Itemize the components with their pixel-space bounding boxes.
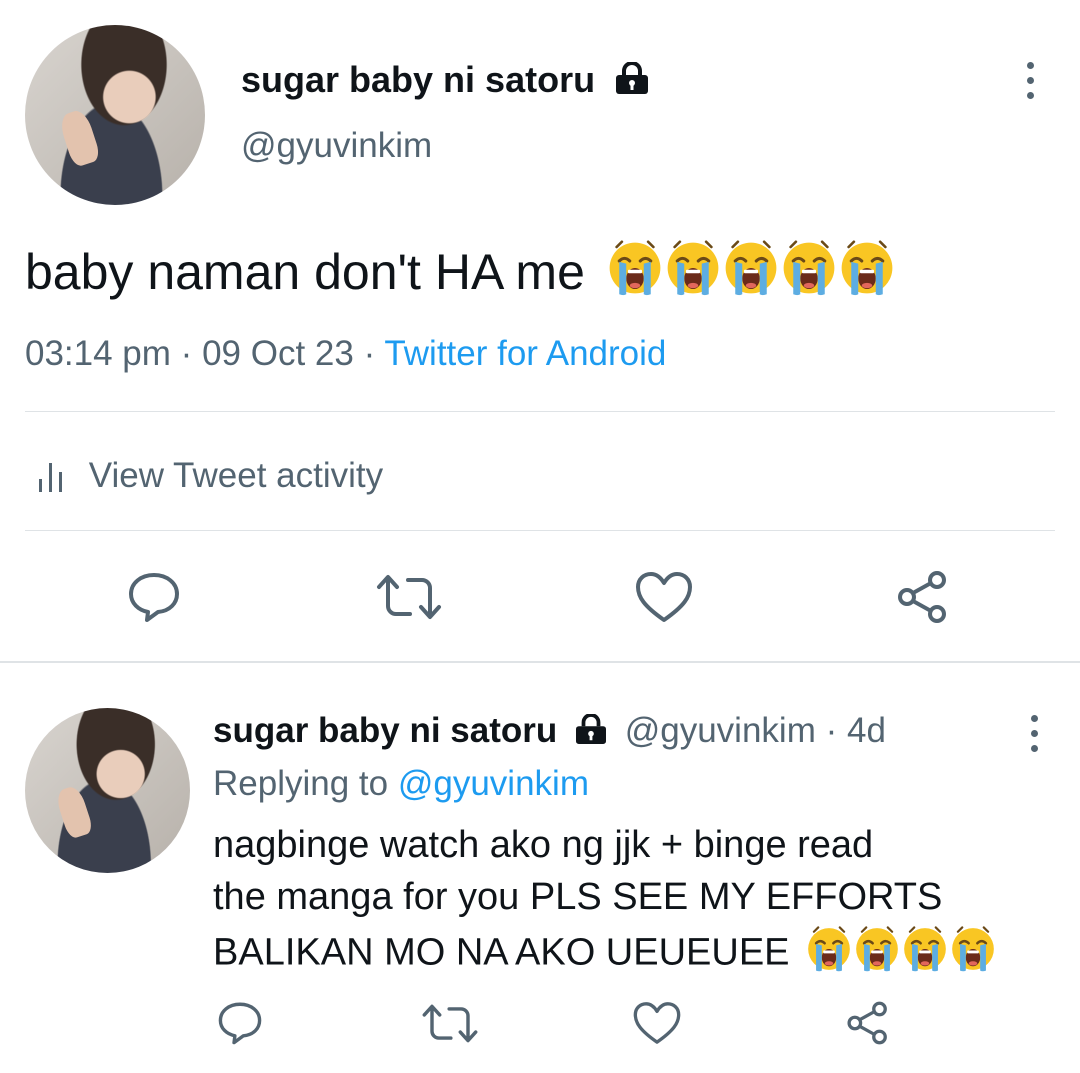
reply-icon[interactable] <box>126 570 182 624</box>
crying-emoji-group <box>607 240 897 311</box>
reply-display-name[interactable]: sugar baby ni satoru <box>213 711 557 750</box>
view-tweet-activity[interactable]: View Tweet activity <box>37 454 383 496</box>
retweet-icon[interactable] <box>420 1002 480 1045</box>
display-name-text: sugar baby ni satoru <box>241 59 596 100</box>
loudly-crying-face-emoji <box>806 926 852 983</box>
reply-text-line3-content: BALIKAN MO NA AKO UEUEUEE <box>213 931 790 974</box>
reply-more-options-icon[interactable] <box>1031 715 1038 760</box>
loudly-crying-face-emoji <box>839 240 895 311</box>
reply-text-line3: BALIKAN MO NA AKO UEUEUEE <box>213 926 998 983</box>
handle[interactable]: @gyuvinkim <box>241 126 432 166</box>
avatar[interactable] <box>25 25 205 205</box>
tweet-source-link[interactable]: Twitter for Android <box>384 334 666 373</box>
reply-avatar[interactable] <box>25 708 190 873</box>
reply-text-line2: the manga for you PLS SEE MY EFFORTS <box>213 876 943 918</box>
retweet-icon[interactable] <box>374 572 444 622</box>
loudly-crying-face-emoji <box>665 240 721 311</box>
tweet-meta: 03:14 pm · 09 Oct 23 · Twitter for Andro… <box>25 334 666 374</box>
loudly-crying-face-emoji <box>854 926 900 983</box>
like-icon[interactable] <box>632 1000 682 1046</box>
replying-to-prefix: Replying to <box>213 764 389 803</box>
display-name[interactable]: sugar baby ni satoru <box>241 60 651 102</box>
replying-to: Replying to @gyuvinkim <box>213 764 589 804</box>
more-options-icon[interactable] <box>1027 62 1034 107</box>
divider <box>25 411 1055 412</box>
tweet-text-content: baby naman don't HA me <box>25 244 585 300</box>
reply-icon[interactable] <box>216 1000 264 1046</box>
share-icon[interactable] <box>845 1000 891 1046</box>
reply-text-line1: nagbinge watch ako ng jjk + binge read <box>213 824 874 866</box>
replying-to-handle[interactable]: @gyuvinkim <box>398 764 589 803</box>
meta-separator: · <box>180 334 193 373</box>
divider <box>25 530 1055 531</box>
meta-separator: · <box>825 711 838 750</box>
loudly-crying-face-emoji <box>950 926 996 983</box>
share-icon[interactable] <box>895 570 951 624</box>
lock-icon <box>613 61 651 102</box>
divider <box>0 661 1080 663</box>
crying-emoji-group <box>806 926 998 983</box>
loudly-crying-face-emoji <box>607 240 663 311</box>
loudly-crying-face-emoji <box>781 240 837 311</box>
reply-handle[interactable]: @gyuvinkim <box>625 711 816 750</box>
tweet-text: baby naman don't HA me <box>25 240 897 311</box>
loudly-crying-face-emoji <box>723 240 779 311</box>
reply-header: sugar baby ni satoru @gyuvinkim · 4d <box>213 711 886 753</box>
meta-separator: · <box>363 334 376 373</box>
tweet-time: 03:14 pm <box>25 334 171 373</box>
loudly-crying-face-emoji <box>902 926 948 983</box>
like-icon[interactable] <box>634 570 694 624</box>
lock-icon <box>573 712 609 753</box>
reply-age: 4d <box>846 711 886 750</box>
tweet-date: 09 Oct 23 <box>202 334 354 373</box>
view-tweet-activity-label: View Tweet activity <box>88 455 384 495</box>
activity-bars-icon <box>37 459 65 493</box>
